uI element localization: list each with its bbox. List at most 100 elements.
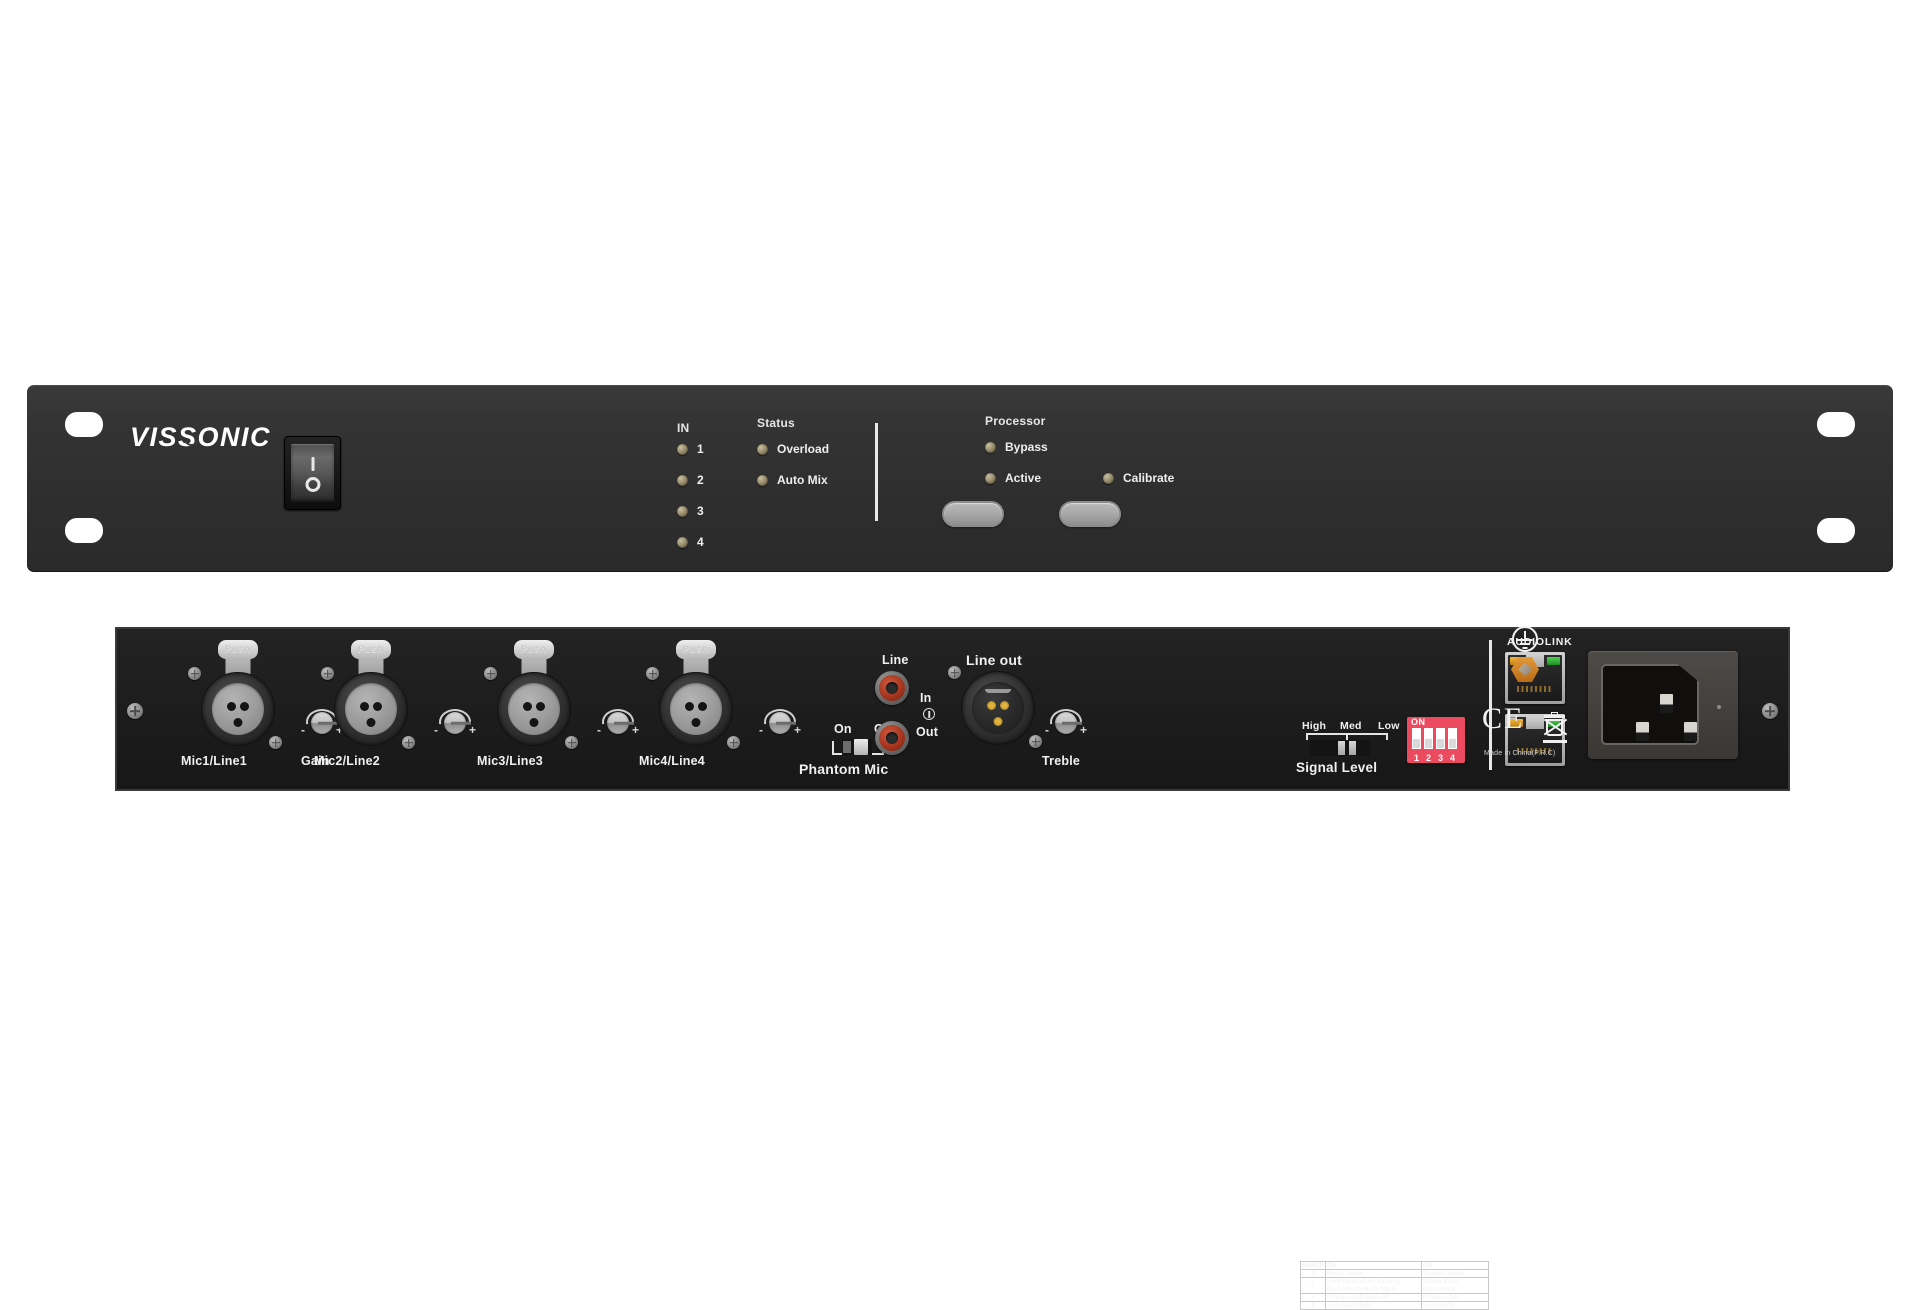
dip-switch-rockers[interactable]: [1412, 728, 1457, 749]
led-auto-mix-label: Auto Mix: [777, 473, 828, 487]
dip-switch-number-3: 3: [1437, 753, 1443, 763]
xlr-line-out-pin-3: [993, 717, 1003, 726]
signal-level-knob-b[interactable]: [1349, 741, 1356, 755]
gain-pot-1-knob[interactable]: [311, 712, 338, 734]
xlr-input-1-label: Mic1/Line1: [181, 754, 247, 768]
phantom-on-label: On: [834, 722, 852, 736]
xlr-3-pin-2: [536, 702, 545, 711]
gain-pot-4[interactable]: - +: [759, 705, 801, 736]
iec-power-inlet[interactable]: [1588, 651, 1738, 759]
table-row-2-off-line2: Mic1+Mic2: [1423, 1285, 1456, 1293]
dip-switch-number-4: 4: [1449, 753, 1455, 763]
gain-pot-2-minus-label: -: [434, 723, 438, 737]
iec-inlet-neutral-blade: [1684, 722, 1697, 741]
rca-line-out-jack[interactable]: [875, 721, 909, 755]
phantom-mic-label: Phantom Mic: [799, 761, 889, 777]
gain-pot-4-knob[interactable]: [769, 712, 796, 734]
xlr-4-screw-bottom: [727, 736, 740, 749]
table-row-3: 3 Process with bass lift Process flat: [1300, 1292, 1489, 1303]
xlr-3-screw-top: [484, 667, 497, 680]
xlr-2-push-button[interactable]: Push: [351, 640, 391, 659]
audiolink-port-1[interactable]: [1505, 652, 1565, 704]
xlr-input-1[interactable]: Push: [201, 640, 275, 746]
led-calibrate-label: Calibrate: [1123, 471, 1175, 485]
led-in-3-label: 3: [697, 504, 704, 518]
led-row-bypass: Bypass: [985, 440, 1048, 454]
table-row-1-off: Speech mode: [1421, 1269, 1489, 1279]
xlr-line-out[interactable]: [961, 671, 1035, 745]
led-in-2-indicator: [677, 474, 688, 486]
audiolink-port-2-notch-icon: [1526, 717, 1544, 729]
led-row-overload: Overload: [757, 442, 829, 456]
xlr-1-pin-2: [240, 702, 249, 711]
rack-ear-hole-bottom-left: [65, 518, 103, 543]
xlr-input-2[interactable]: Push: [334, 640, 408, 746]
treble-label: Treble: [1042, 754, 1081, 768]
xlr-line-out-insert: [972, 682, 1024, 734]
led-in-4-label: 4: [697, 535, 704, 549]
xlr-input-4[interactable]: Push: [659, 640, 733, 746]
xlr-2-insert: [345, 683, 397, 735]
processor-button-right[interactable]: [1059, 501, 1121, 527]
line-in-label: In: [920, 691, 932, 705]
treble-pot-knob[interactable]: [1055, 712, 1082, 734]
line-out-xlr-label: Line out: [966, 652, 1023, 668]
xlr-line-out-screw-top: [948, 666, 961, 679]
xlr-2-pin-2: [373, 702, 382, 711]
rca-line-in-jack[interactable]: [875, 671, 909, 705]
xlr-2-pin-3: [366, 718, 376, 727]
power-rocker-face[interactable]: [291, 444, 334, 502]
xlr-4-pin-2: [698, 702, 707, 711]
gain-pot-3[interactable]: - +: [597, 705, 639, 736]
led-bypass-label: Bypass: [1005, 440, 1048, 454]
signal-level-slide-switch[interactable]: [1306, 733, 1388, 756]
table-row-2-on-line2: Mic1+Mic2+Mic3+Mic4: [1327, 1285, 1396, 1293]
gain-pot-3-knob[interactable]: [607, 712, 634, 734]
gain-pot-2-knob[interactable]: [444, 712, 471, 734]
in-group-heading: IN: [677, 421, 690, 435]
table-header-row: Switch On Off: [1300, 1260, 1489, 1271]
gain-pot-2[interactable]: - +: [434, 705, 476, 736]
xlr-4-pin-1: [685, 702, 694, 711]
led-in-4-indicator: [677, 536, 688, 548]
treble-pot[interactable]: - +: [1045, 705, 1087, 736]
signal-level-low-label: Low: [1378, 720, 1400, 732]
table-row-4-on: Accurate mode: [1325, 1301, 1422, 1310]
led-in-2-label: 2: [697, 473, 704, 487]
led-in-1-indicator: [677, 443, 688, 455]
xlr-4-push-button[interactable]: Push: [676, 640, 716, 659]
led-overload-label: Overload: [777, 442, 830, 456]
led-active-indicator: [985, 472, 996, 484]
table-header-switch: Switch: [1300, 1260, 1326, 1271]
made-in-label: Made in China(P.R.C): [1484, 750, 1556, 757]
phantom-switch-detent: [843, 741, 851, 753]
dip-switch-on-label: ON: [1411, 717, 1426, 727]
xlr-input-3[interactable]: Push: [497, 640, 571, 746]
dip-switch-block[interactable]: ON 1 2 3 4: [1407, 717, 1465, 763]
signal-level-knob-a[interactable]: [1338, 741, 1345, 755]
table-row-2-off-line1: Single input: [1423, 1278, 1458, 1286]
dip-switch-rocker-4[interactable]: [1448, 728, 1457, 749]
phantom-switch-slider[interactable]: [854, 739, 868, 755]
rack-ear-hole-top-right: [1817, 412, 1855, 437]
xlr-1-push-button[interactable]: Push: [218, 640, 258, 659]
section-divider: [875, 423, 878, 521]
dip-switch-rocker-1[interactable]: [1412, 728, 1421, 749]
xlr-3-push-button[interactable]: Push: [514, 640, 554, 659]
treble-pot-plus-label: +: [1079, 723, 1087, 737]
table-row-2-off: Single input Mic1+Mic2: [1421, 1277, 1489, 1294]
xlr-input-4-label: Mic4/Line4: [639, 754, 705, 768]
gain-pot-3-minus-label: -: [597, 723, 601, 737]
led-calibrate-indicator: [1103, 472, 1114, 484]
led-overload-indicator: [757, 443, 768, 455]
rear-panel: Push Mic1/Line1 - + Gain Push Mic2/Line2…: [115, 627, 1790, 1310]
power-rocker-switch[interactable]: [284, 436, 341, 510]
dip-switch-number-1: 1: [1413, 753, 1419, 763]
status-group-heading: Status: [757, 416, 795, 430]
table-row-3-num: 3: [1300, 1292, 1326, 1303]
dip-switch-rocker-3[interactable]: [1436, 728, 1445, 749]
processor-button-left[interactable]: [942, 501, 1004, 527]
dip-switch-rocker-2[interactable]: [1424, 728, 1433, 749]
gain-pot-3-plus-label: +: [631, 723, 639, 737]
xlr-2-pin-1: [360, 702, 369, 711]
